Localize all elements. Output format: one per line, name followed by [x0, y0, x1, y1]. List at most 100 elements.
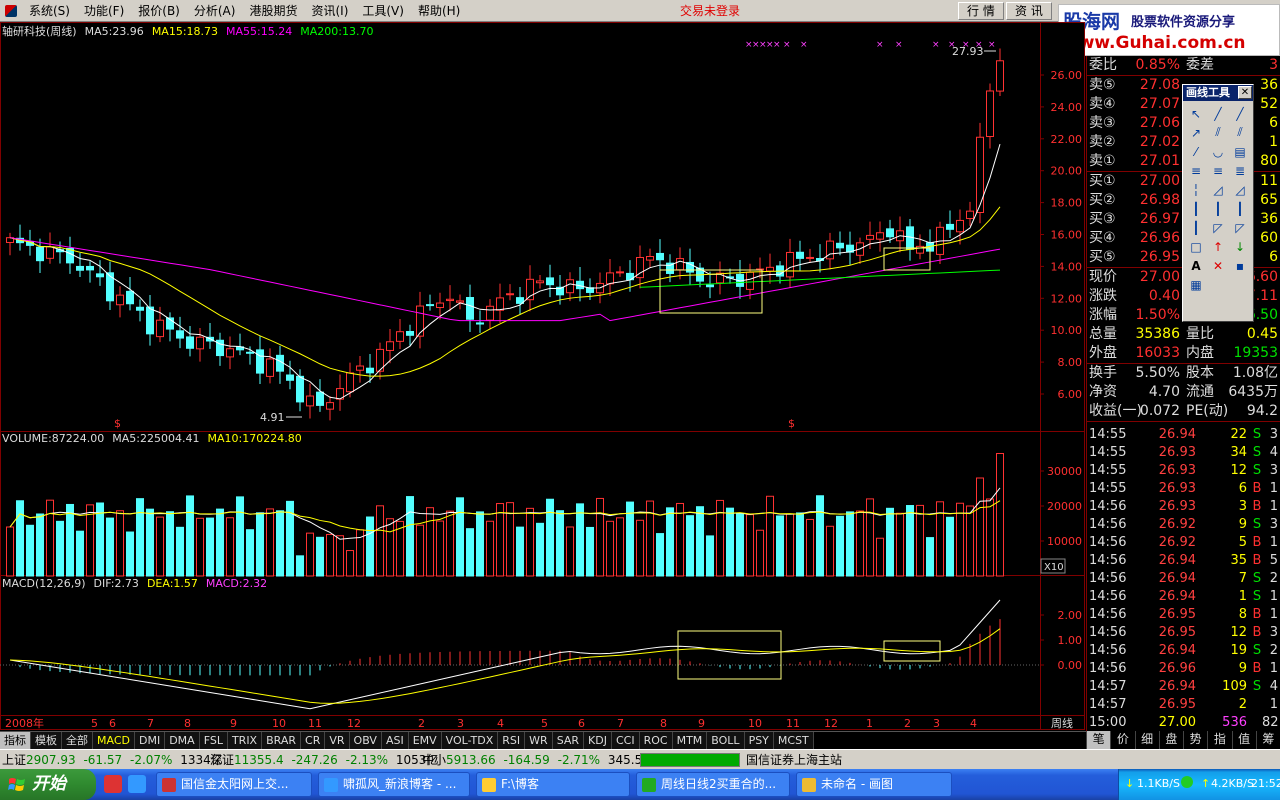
- taskbar-task-0[interactable]: 国信金太阳网上交...: [156, 772, 312, 797]
- down-arrow-tool-icon[interactable]: ↓: [1229, 237, 1251, 256]
- indicator-tab-roc[interactable]: ROC: [639, 732, 673, 749]
- right-tab-2[interactable]: 细: [1134, 731, 1159, 749]
- quote-button[interactable]: 行 情: [958, 2, 1004, 20]
- fibo-tool-icon[interactable]: ≣: [1229, 161, 1251, 180]
- indicator-tab-cr[interactable]: CR: [301, 732, 326, 749]
- indicator-tab-cci[interactable]: CCI: [611, 732, 640, 749]
- indicator-tab-指标[interactable]: 指标: [0, 732, 31, 749]
- delete-tool-icon[interactable]: ✕: [1207, 256, 1229, 275]
- indicator-tab-dmi[interactable]: DMI: [134, 732, 166, 749]
- tline-tool-icon[interactable]: ┃: [1207, 199, 1229, 218]
- rect-tool-icon[interactable]: □: [1185, 237, 1207, 256]
- x-axis-label: 2008年: [5, 716, 44, 730]
- line-tool-icon[interactable]: ╱: [1207, 104, 1229, 123]
- menu-item-1[interactable]: 功能(F): [77, 0, 131, 22]
- taskbar-task-2[interactable]: F:\博客: [476, 772, 630, 797]
- tray-app-icon[interactable]: [1181, 776, 1193, 788]
- indicator-tab-fsl[interactable]: FSL: [199, 732, 228, 749]
- channel-tool-icon[interactable]: ⫽: [1229, 123, 1251, 142]
- speed-tool-icon[interactable]: ◿: [1207, 180, 1229, 199]
- indicator-tab-wr[interactable]: WR: [525, 732, 553, 749]
- volume-bar: [516, 526, 524, 577]
- tick-volume: 3: [1238, 499, 1247, 514]
- period-tool-icon[interactable]: ╎: [1185, 180, 1207, 199]
- arrow-line-tool-icon[interactable]: ↗: [1185, 123, 1207, 142]
- news-button[interactable]: 资 讯: [1006, 2, 1052, 20]
- sz-index[interactable]: 深证11355.4 -247.26 -2.13% 1053亿: [210, 752, 438, 768]
- indicator-tab-kdj[interactable]: KDJ: [584, 732, 612, 749]
- indicator-tab-obv[interactable]: OBV: [349, 732, 382, 749]
- toolbox-title-bar[interactable]: 画线工具 ✕: [1183, 85, 1253, 101]
- quicklaunch-icon-1[interactable]: [104, 775, 122, 793]
- angle-tool-icon[interactable]: ◿: [1229, 180, 1251, 199]
- guhai-banner[interactable]: 股海网 股票软件资源分享 www.Guhai.com.cn: [1058, 4, 1280, 56]
- menu-item-5[interactable]: 资讯(I): [304, 0, 355, 22]
- right-tab-4[interactable]: 势: [1183, 731, 1207, 749]
- indicator-tab-mcst[interactable]: MCST: [773, 732, 814, 749]
- ga-tool-icon[interactable]: ≡: [1185, 161, 1207, 180]
- right-tab-1[interactable]: 价: [1110, 731, 1134, 749]
- zx-index[interactable]: 中小5913.66 -164.59 -2.71% 345.5亿: [422, 752, 654, 768]
- gp-tool-icon[interactable]: ▤: [1229, 142, 1251, 161]
- gann-fan-tool-icon[interactable]: ◸: [1229, 218, 1251, 237]
- menu-item-4[interactable]: 港股期货: [242, 0, 304, 22]
- gann-tool-icon[interactable]: ┃: [1229, 199, 1251, 218]
- quicklaunch-ie-icon[interactable]: [128, 775, 146, 793]
- indicator-tab-psy[interactable]: PSY: [744, 732, 774, 749]
- menu-item-7[interactable]: 帮助(H): [411, 0, 467, 22]
- fan-tool-icon[interactable]: ⁄: [1185, 142, 1207, 161]
- start-button[interactable]: 开始: [0, 769, 96, 800]
- right-tab-6[interactable]: 值: [1231, 731, 1256, 749]
- tick-time: 15:00: [1089, 715, 1127, 730]
- sh-index[interactable]: 上证2907.93 -61.57 -2.07% 1334亿: [2, 752, 223, 768]
- arc-tool-icon[interactable]: ◡: [1207, 142, 1229, 161]
- indicator-tab-asi[interactable]: ASI: [381, 732, 409, 749]
- gb-tool-icon[interactable]: ≡: [1207, 161, 1229, 180]
- indicator-tab-模板[interactable]: 模板: [31, 732, 62, 749]
- task-app-icon: [802, 778, 816, 792]
- taskbar-task-1[interactable]: 啸孤风_新浪博客 - ...: [318, 772, 470, 797]
- indicator-tab-全部[interactable]: 全部: [62, 732, 93, 749]
- right-tab-3[interactable]: 盘: [1158, 731, 1183, 749]
- sell-row-1-value2: 52: [1260, 96, 1278, 112]
- right-tab-7[interactable]: 筹: [1255, 731, 1280, 749]
- chart-area[interactable]: 26.00 24.00 22.00 20.00 18.00 16.00 14.00 12.00…: [0, 22, 1085, 730]
- fib-fan-tool-icon[interactable]: ◸: [1207, 218, 1229, 237]
- indicator-tab-vr[interactable]: VR: [325, 732, 350, 749]
- indicator-tab-trix[interactable]: TRIX: [227, 732, 263, 749]
- pointer-tool-icon[interactable]: ↖: [1185, 104, 1207, 123]
- indicator-tab-mtm[interactable]: MTM: [672, 732, 708, 749]
- right-tab-5[interactable]: 指: [1207, 731, 1231, 749]
- indicator-tab-boll[interactable]: BOLL: [707, 732, 745, 749]
- server-name[interactable]: 国信证券上海主站: [746, 752, 842, 768]
- table-tool-icon[interactable]: ▦: [1185, 275, 1207, 294]
- ray-tool-icon[interactable]: ╱: [1229, 104, 1251, 123]
- indicator-tab-emv[interactable]: EMV: [408, 732, 442, 749]
- text-tool-icon[interactable]: A: [1185, 256, 1207, 275]
- bar-tool-icon[interactable]: ┃: [1185, 218, 1207, 237]
- menu-item-6[interactable]: 工具(V): [355, 0, 411, 22]
- cycle-tool-icon[interactable]: ┃: [1185, 199, 1207, 218]
- price-tool-icon[interactable]: ▪: [1229, 256, 1251, 275]
- indicator-tab-sar[interactable]: SAR: [552, 732, 585, 749]
- menu-item-3[interactable]: 分析(A): [187, 0, 243, 22]
- volume-bar: [996, 453, 1004, 577]
- indicator-tab-macd[interactable]: MACD: [93, 732, 135, 749]
- indicator-tab-rsi[interactable]: RSI: [498, 732, 526, 749]
- taskbar-task-4[interactable]: 未命名 - 画图: [796, 772, 952, 797]
- menu-item-0[interactable]: 系统(S): [22, 0, 77, 22]
- up-arrow-tool-icon[interactable]: ↑: [1207, 237, 1229, 256]
- menu-item-2[interactable]: 报价(B): [131, 0, 187, 22]
- parallel-tool-icon[interactable]: ⫽: [1207, 123, 1229, 142]
- drawing-toolbox[interactable]: 画线工具 ✕ ↖ ╱ ╱ ↗ ⫽ ⫽ ⁄ ◡ ▤ ≡ ≡ ≣ ╎ ◿ ◿ ┃ ┃ ┃ ┃ ◸ ◸ □ ↑ ↓ A ✕ ▪ ▦: [1182, 84, 1254, 322]
- x-axis-label: 8: [660, 717, 667, 730]
- indicator-tab-brar[interactable]: BRAR: [262, 732, 302, 749]
- indicator-tab-dma[interactable]: DMA: [165, 732, 200, 749]
- toolbox-close-icon[interactable]: ✕: [1238, 86, 1252, 99]
- volume-bar: [616, 517, 624, 577]
- indicator-tab-vol-tdx[interactable]: VOL-TDX: [441, 732, 499, 749]
- stock-chart-svg[interactable]: 26.0024.0022.0020.0018.0016.0014.0012.00…: [0, 22, 1085, 730]
- clock[interactable]: 21:52: [1251, 777, 1280, 790]
- right-tab-0[interactable]: 笔: [1086, 731, 1111, 749]
- taskbar-task-3[interactable]: 周线日线2买重合的...: [636, 772, 790, 797]
